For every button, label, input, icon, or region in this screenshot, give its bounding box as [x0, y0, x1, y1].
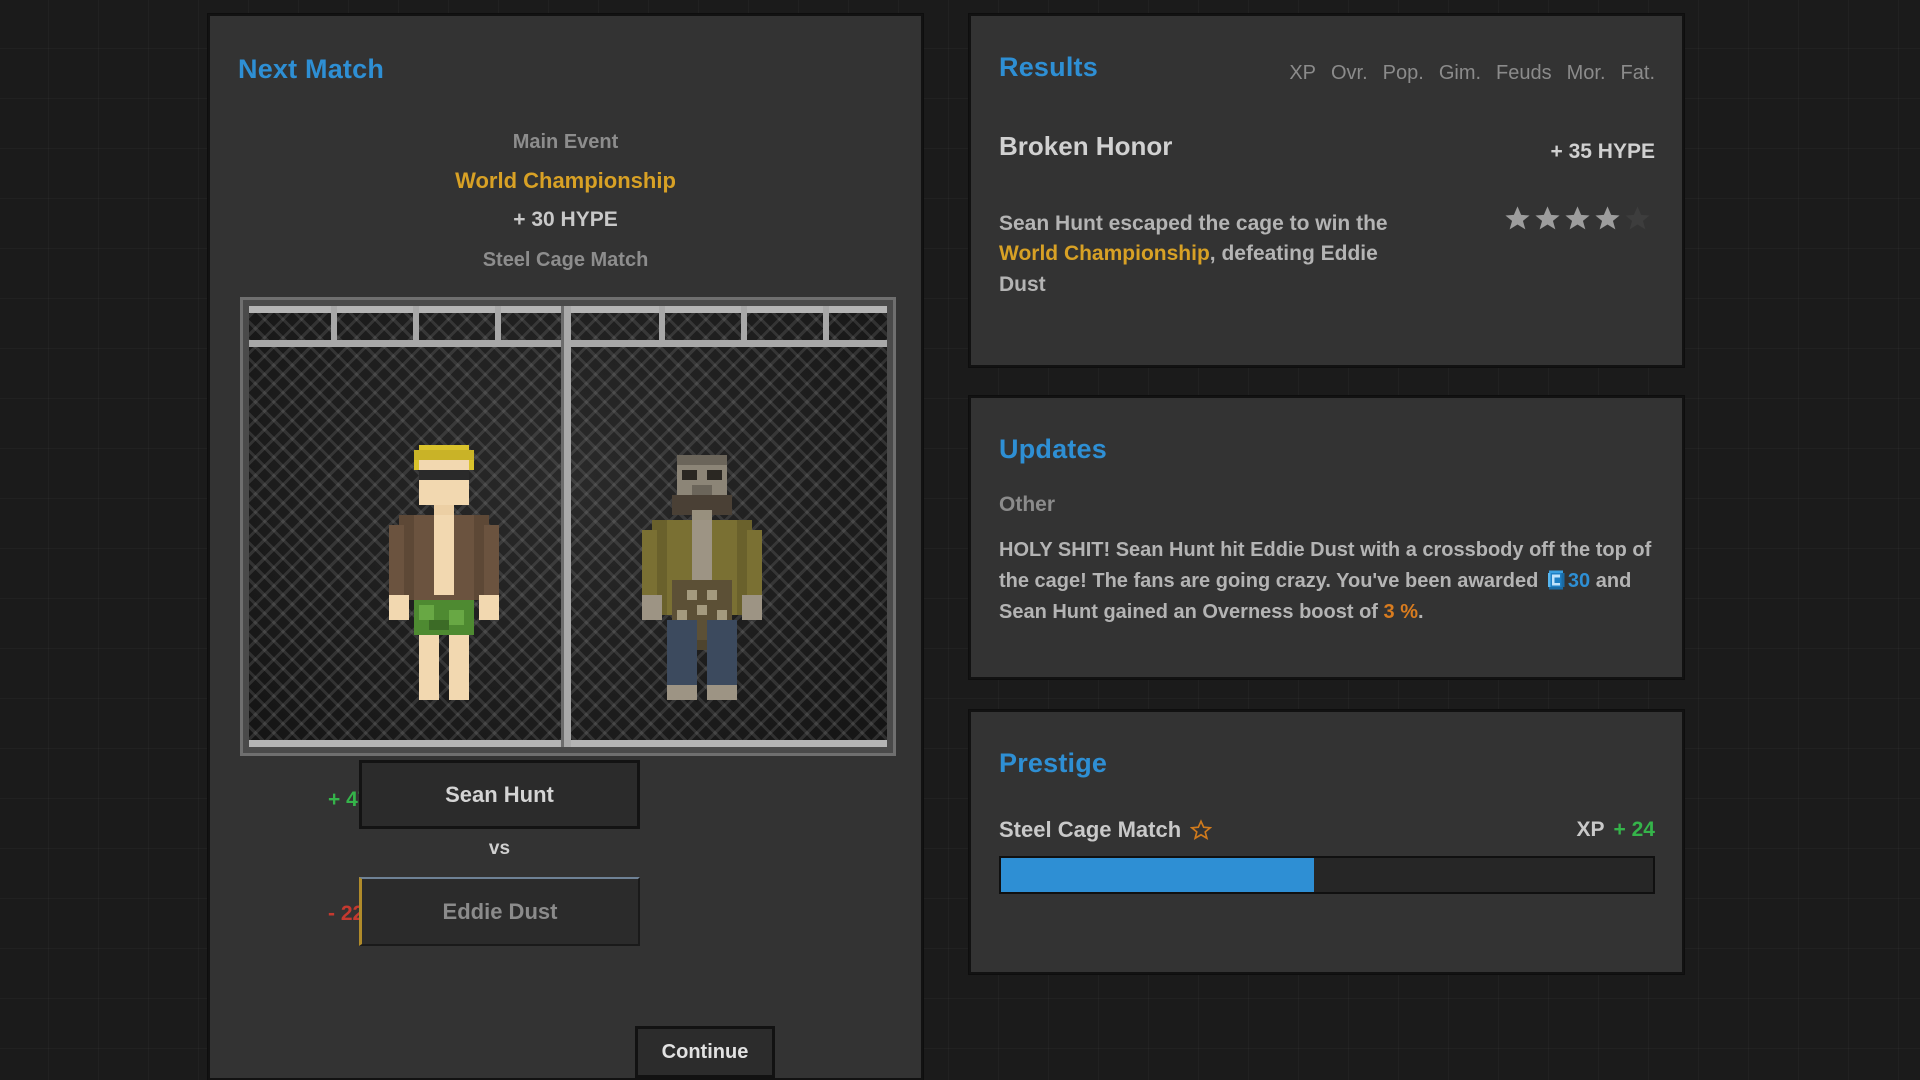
next-match-panel: Next Match Main Event World Championship…	[208, 14, 923, 1080]
wrestler-sprite-sean-hunt	[369, 440, 519, 705]
gem-icon	[1545, 569, 1567, 591]
results-column-fat: Fat.	[1621, 62, 1655, 85]
cage-post	[741, 306, 747, 347]
next-match-title: Next Match	[238, 54, 384, 85]
results-panel: Results XP Ovr. Pop. Gim. Feuds Mor. Fat…	[969, 14, 1684, 367]
results-summary-championship: World Championship	[999, 242, 1210, 265]
results-column-pop: Pop.	[1383, 62, 1424, 85]
wrestler-sprite-eddie-dust	[627, 450, 777, 705]
match-type-label: Steel Cage Match	[210, 249, 921, 272]
cage-post	[659, 306, 665, 347]
match-event-label: Main Event	[210, 131, 921, 154]
prestige-panel: Prestige Steel Cage Match XP + 24	[969, 710, 1684, 974]
star-icon	[1503, 204, 1532, 233]
updates-title: Updates	[999, 434, 1107, 465]
vs-label: vs	[359, 838, 640, 860]
app-root: Next Match Main Event World Championship…	[0, 0, 1920, 1080]
results-summary-pre: Sean Hunt escaped the cage to win the	[999, 212, 1388, 235]
cage-mesh	[249, 306, 887, 747]
match-hype-label: + 30 HYPE	[210, 208, 921, 232]
prestige-xp-value: + 24	[1614, 818, 1655, 842]
results-title: Results	[999, 52, 1098, 83]
continue-button[interactable]: Continue	[635, 1026, 775, 1078]
results-column-feuds: Feuds	[1496, 62, 1552, 85]
updates-category-label: Other	[999, 493, 1055, 517]
prestige-progress-bar	[999, 856, 1655, 894]
results-summary-text: Sean Hunt escaped the cage to win the Wo…	[999, 209, 1429, 300]
updates-overness-boost: 3 %	[1384, 601, 1418, 623]
results-match-name: Broken Honor	[999, 131, 1172, 162]
results-star-rating	[1503, 204, 1652, 233]
prestige-item-label: Steel Cage Match	[999, 817, 1181, 843]
prestige-xp-label: XP	[1577, 818, 1605, 842]
cage-center-post	[564, 306, 571, 747]
prestige-progress-fill	[1001, 858, 1314, 892]
results-column-xp: XP	[1289, 62, 1316, 85]
star-outline-icon	[1190, 819, 1212, 841]
prestige-item-label-group: Steel Cage Match	[999, 817, 1212, 843]
updates-currency-amount: 30	[1568, 570, 1590, 592]
prestige-row: Steel Cage Match XP + 24	[999, 817, 1655, 843]
star-icon	[1563, 204, 1592, 233]
fighter-button-eddie-dust[interactable]: Eddie Dust	[359, 877, 640, 946]
steel-cage-graphic	[240, 297, 896, 756]
updates-panel: Updates Other HOLY SHIT! Sean Hunt hit E…	[969, 396, 1684, 679]
star-icon-empty	[1623, 204, 1652, 233]
match-championship-label: World Championship	[210, 168, 921, 194]
results-hype-value: + 35 HYPE	[1551, 140, 1655, 164]
updates-body-text: HOLY SHIT! Sean Hunt hit Eddie Dust with…	[999, 535, 1658, 628]
star-icon	[1593, 204, 1622, 233]
updates-body-part3: .	[1418, 601, 1424, 623]
fighter-button-sean-hunt[interactable]: Sean Hunt	[359, 760, 640, 829]
results-column-gim: Gim.	[1439, 62, 1481, 85]
cage-post	[495, 306, 501, 347]
results-column-headers: XP Ovr. Pop. Gim. Feuds Mor. Fat.	[1289, 62, 1655, 85]
prestige-title: Prestige	[999, 748, 1107, 779]
star-icon	[1533, 204, 1562, 233]
cage-post	[413, 306, 419, 347]
prestige-xp-group: XP + 24	[1577, 818, 1655, 842]
cage-post	[823, 306, 829, 347]
results-column-ovr: Ovr.	[1331, 62, 1368, 85]
cage-post	[331, 306, 337, 347]
results-column-mor: Mor.	[1567, 62, 1606, 85]
